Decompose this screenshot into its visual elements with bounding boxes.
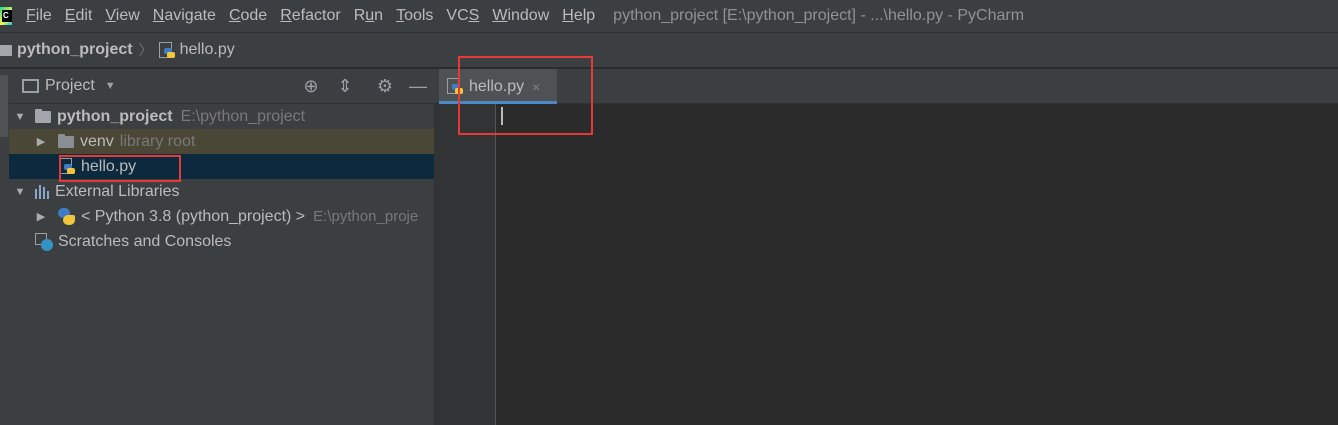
python-file-icon xyxy=(447,78,464,95)
tree-ext-libs-label: External Libraries xyxy=(55,182,180,200)
tree-file-label: hello.py xyxy=(81,157,137,175)
line-number-gutter xyxy=(434,104,496,425)
breadcrumb-separator-icon: 〉 xyxy=(138,42,153,58)
folder-icon xyxy=(35,108,51,123)
tree-row-venv[interactable]: ▶ venv library root xyxy=(9,129,434,154)
tree-scratches-label: Scratches and Consoles xyxy=(58,232,232,250)
tree-python-label: < Python 3.8 (python_project) > xyxy=(81,207,306,225)
scratches-icon xyxy=(35,232,53,251)
gear-icon[interactable]: ⚙ xyxy=(375,76,395,96)
collapsed-arrow-icon[interactable]: ▶ xyxy=(34,210,48,223)
left-tool-stripe xyxy=(0,69,9,425)
tree-row-root[interactable]: ▼ python_project E:\python_project xyxy=(9,104,434,129)
menu-item-edit[interactable]: Edit xyxy=(65,7,93,25)
menu-item-tools[interactable]: Tools xyxy=(396,7,433,25)
project-view-selector[interactable]: Project xyxy=(45,77,95,95)
tree-venv-label: venv xyxy=(80,132,114,150)
chevron-down-icon[interactable]: ▼ xyxy=(105,80,116,92)
folder-icon xyxy=(58,133,74,148)
tree-row-hello-py[interactable]: hello.py xyxy=(9,154,434,179)
collapsed-arrow-icon[interactable]: ▶ xyxy=(34,135,48,148)
python-icon xyxy=(58,208,75,225)
navigation-bar: python_project 〉 hello.py xyxy=(0,32,1338,68)
window-title: python_project [E:\python_project] - ...… xyxy=(613,7,1025,24)
folder-icon xyxy=(0,44,12,56)
menu-item-file[interactable]: File xyxy=(26,7,52,25)
tab-label: hello.py xyxy=(469,77,525,95)
tree-root-label: python_project xyxy=(57,107,173,125)
expanded-arrow-icon[interactable]: ▼ xyxy=(13,111,27,123)
menu-item-code[interactable]: Code xyxy=(229,7,267,25)
python-file-icon xyxy=(158,41,176,59)
collapse-all-icon[interactable]: ⇕ xyxy=(335,76,355,96)
menu-item-refactor[interactable]: Refactor xyxy=(280,7,340,25)
breadcrumb-file[interactable]: hello.py xyxy=(180,41,235,59)
menu-items: File Edit View Navigate Code Refactor Run Tools… xyxy=(26,7,608,25)
editor-area: hello.py × xyxy=(434,69,1338,425)
locate-file-icon[interactable]: ⊕ xyxy=(301,76,321,96)
tree-row-python-sdk[interactable]: ▶ < Python 3.8 (python_project) > E:\pyt… xyxy=(9,204,434,229)
menu-item-navigate[interactable]: Navigate xyxy=(153,7,216,25)
tree-row-scratches[interactable]: Scratches and Consoles xyxy=(9,229,434,254)
menu-item-run[interactable]: Run xyxy=(354,7,383,25)
tree-python-path: E:\python_proje xyxy=(313,208,419,225)
library-icon xyxy=(35,184,51,199)
project-panel: Project ▼ ⊕ ⇕ ⚙ — ▼ python_project E:\py… xyxy=(9,69,434,425)
close-icon[interactable]: × xyxy=(532,79,540,95)
menu-bar: C File Edit View Navigate Code Refactor Run Too… xyxy=(0,0,1338,32)
breadcrumb-project[interactable]: python_project xyxy=(17,41,133,59)
expanded-arrow-icon[interactable]: ▼ xyxy=(13,186,27,198)
project-tool-window-button[interactable] xyxy=(0,75,8,137)
editor-tab-bar: hello.py × xyxy=(434,69,1338,104)
code-editor[interactable] xyxy=(496,104,1338,425)
project-view-icon xyxy=(22,79,39,93)
pycharm-logo-icon: C xyxy=(0,7,12,25)
tab-hello-py[interactable]: hello.py × xyxy=(439,69,557,104)
tree-root-path: E:\python_project xyxy=(180,107,306,125)
python-file-icon xyxy=(59,158,76,175)
minimize-icon[interactable]: — xyxy=(408,76,428,96)
tree-row-external-libraries[interactable]: ▼ External Libraries xyxy=(9,179,434,204)
menu-item-vcs[interactable]: VCS xyxy=(446,7,479,25)
menu-item-window[interactable]: Window xyxy=(492,7,549,25)
tree-venv-hint: library root xyxy=(119,132,196,150)
menu-item-view[interactable]: View xyxy=(105,7,139,25)
project-panel-header: Project ▼ ⊕ ⇕ ⚙ — xyxy=(9,69,434,104)
menu-item-help[interactable]: Help xyxy=(562,7,595,25)
